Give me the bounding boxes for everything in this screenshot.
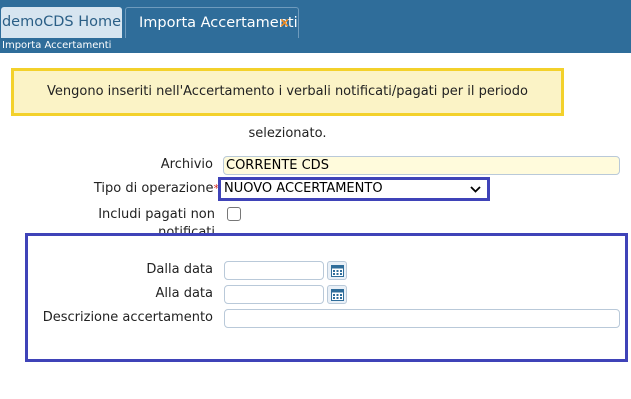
dalla-data-input[interactable] [224, 261, 324, 280]
tipo-operazione-value: NUOVO ACCERTAMENTO [224, 181, 383, 196]
includi-pagati-checkbox[interactable] [227, 207, 241, 221]
calendar-icon [331, 265, 344, 277]
alla-data-calendar-button[interactable] [327, 285, 347, 304]
tab-label: demoCDS Home [1, 14, 122, 30]
calendar-icon [331, 289, 344, 301]
tipo-operazione-label-text: Tipo di operazione [93, 181, 214, 196]
tab-importa-accertamenti[interactable]: Importa Accertamenti × [125, 7, 299, 38]
close-icon[interactable]: × [279, 8, 290, 39]
dalla-data-calendar-button[interactable] [327, 261, 347, 280]
tipo-operazione-select[interactable]: NUOVO ACCERTAMENTO [218, 177, 490, 201]
breadcrumb: Importa Accertamenti [0, 38, 631, 53]
alla-data-label: Alla data [155, 286, 214, 301]
tab-bar: demoCDS Home Importa Accertamenti × [0, 0, 631, 38]
archivio-field[interactable]: CORRENTE CDS [223, 156, 620, 175]
archivio-label: Archivio [160, 157, 213, 172]
dalla-data-label: Dalla data [146, 262, 213, 277]
descrizione-input[interactable] [224, 309, 620, 328]
alla-data-input[interactable] [224, 285, 324, 304]
info-notice: Vengono inseriti nell'Accertamento i ver… [11, 68, 564, 141]
chevron-down-icon [470, 180, 481, 204]
tab-democds-home[interactable]: demoCDS Home [1, 7, 122, 38]
tab-label: Importa Accertamenti [139, 15, 298, 31]
descrizione-label: Descrizione accertamento [42, 310, 213, 325]
tipo-operazione-label: Tipo di operazione* [60, 180, 219, 198]
